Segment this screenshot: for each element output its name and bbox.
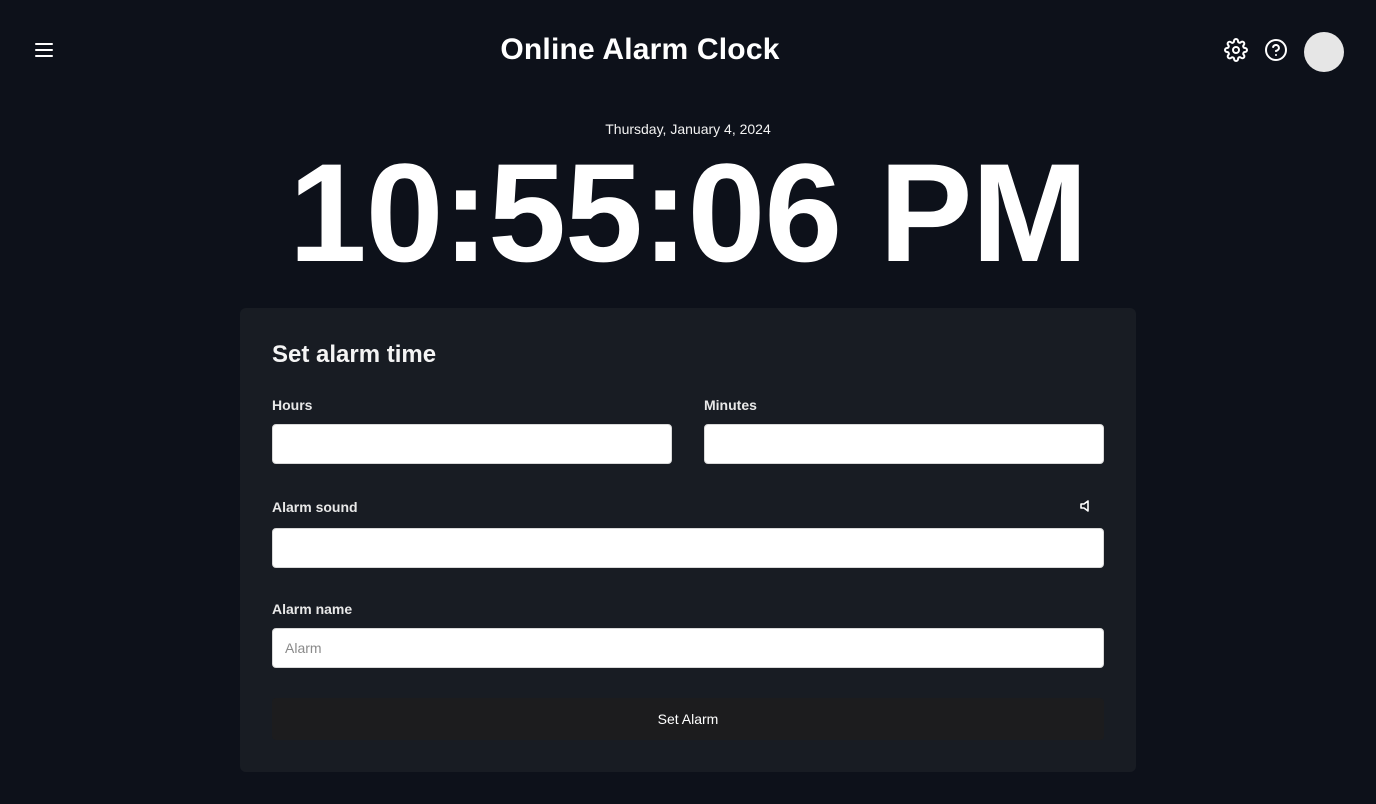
minutes-input[interactable] — [704, 424, 1104, 464]
help-button[interactable] — [1262, 38, 1290, 66]
current-time: 10:55:06 PM — [288, 134, 1088, 291]
app-title: Online Alarm Clock — [500, 33, 780, 66]
avatar[interactable] — [1304, 32, 1344, 72]
alarm-name-label: Alarm name — [272, 601, 353, 617]
set-alarm-card: Set alarm time Hours Minutes Alarm sound… — [240, 308, 1136, 772]
question-circle-icon — [1264, 38, 1288, 67]
page: Online Alarm Clock Thursday, January 4, … — [0, 0, 1376, 804]
card-title: Set alarm time — [272, 341, 437, 368]
header: Online Alarm Clock — [0, 0, 1376, 104]
minutes-label: Minutes — [704, 397, 757, 413]
speaker-icon — [1078, 498, 1094, 519]
hours-label: Hours — [272, 397, 313, 413]
set-alarm-button[interactable]: Set Alarm — [272, 698, 1104, 740]
sound-preview-button[interactable] — [1076, 498, 1096, 518]
settings-button[interactable] — [1222, 37, 1250, 67]
hours-input[interactable] — [272, 424, 672, 464]
alarm-sound-label: Alarm sound — [272, 499, 358, 515]
alarm-name-input[interactable] — [272, 628, 1104, 668]
gear-icon — [1224, 37, 1248, 67]
alarm-sound-select[interactable] — [272, 528, 1104, 568]
